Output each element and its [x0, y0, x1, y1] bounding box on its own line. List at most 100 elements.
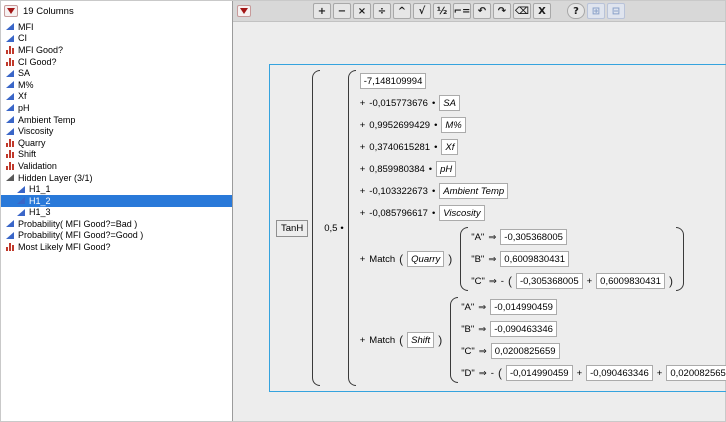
clause-value[interactable]: -0,014990459	[490, 299, 557, 315]
term-sa[interactable]: + -0,015773676 • SA	[360, 95, 460, 111]
plus-operator: +	[360, 164, 366, 175]
coefficient[interactable]: 0,3740615281	[369, 142, 430, 153]
match-clause[interactable]: "C" ⇒ 0,0200825659	[461, 343, 559, 359]
sidebar-item-sa[interactable]: SA	[1, 67, 232, 79]
root-button[interactable]: √	[413, 3, 431, 19]
clause-key: "B"	[471, 254, 484, 265]
variable-shift[interactable]: Shift	[407, 332, 434, 348]
sidebar-item-hidden-layer[interactable]: Hidden Layer (3/1)	[1, 172, 232, 184]
right-paren	[676, 227, 684, 291]
match-clause[interactable]: "A" ⇒ -0,014990459	[461, 299, 557, 315]
left-paren	[460, 227, 468, 291]
clause-value[interactable]: -0,014990459	[506, 365, 573, 381]
sidebar-item-h1-1[interactable]: H1_1	[1, 183, 232, 195]
redo-button[interactable]: ↷	[493, 3, 511, 19]
power-button[interactable]: ^	[393, 3, 411, 19]
coefficient[interactable]: -0,085796617	[369, 208, 428, 219]
clause-value[interactable]: -0,090463346	[490, 321, 557, 337]
term-m-pct[interactable]: + 0,9952699429 • M%	[360, 117, 466, 133]
formula-canvas[interactable]: TanH 0,5 • -7,148109994 + -0,015773676	[233, 22, 725, 421]
variable-m-pct[interactable]: M%	[441, 117, 465, 133]
undo-button[interactable]: ↶	[473, 3, 491, 19]
sidebar-item-mfi-good[interactable]: MFI Good?	[1, 44, 232, 56]
plus-operator: +	[577, 368, 583, 379]
sidebar-item-ambient-temp[interactable]: Ambient Temp	[1, 114, 232, 126]
sidebar-item-validation[interactable]: Validation	[1, 160, 232, 172]
comparison-button[interactable]: ⌐=	[453, 3, 471, 19]
column-label: M%	[18, 80, 34, 90]
variable-quarry[interactable]: Quarry	[407, 251, 444, 267]
sidebar-item-ci-good[interactable]: CI Good?	[1, 56, 232, 68]
clause-value[interactable]: -0,305368005	[516, 273, 583, 289]
match-term-quarry[interactable]: + Match ( Quarry ) "A" ⇒	[360, 227, 686, 291]
coefficient[interactable]: 0,9952699429	[369, 120, 430, 131]
formula-red-triangle-menu[interactable]	[237, 5, 251, 17]
match-clause[interactable]: "B" ⇒ 0,6009830431	[471, 251, 569, 267]
sidebar-item-prob-mfi-bad[interactable]: Probability( MFI Good?=Bad )	[1, 218, 232, 230]
sidebar-item-viscosity[interactable]: Viscosity	[1, 125, 232, 137]
sidebar-item-m-pct[interactable]: M%	[1, 79, 232, 91]
sidebar-item-ci[interactable]: CI	[1, 33, 232, 45]
match-function-label[interactable]: Match	[369, 335, 395, 346]
clause-value[interactable]: 0,6009830431	[596, 273, 665, 289]
left-paren: (	[399, 333, 403, 347]
coefficient[interactable]: -0,103322673	[369, 186, 428, 197]
delete-button[interactable]: ⌫	[513, 3, 531, 19]
variable-xf[interactable]: Xf	[441, 139, 458, 155]
column-label: CI Good?	[18, 57, 57, 67]
sidebar-item-most-likely-mfi-good[interactable]: Most Likely MFI Good?	[1, 241, 232, 253]
column-label: Hidden Layer (3/1)	[18, 173, 93, 183]
clear-button[interactable]: X	[533, 3, 551, 19]
match-clause[interactable]: "A" ⇒ -0,305368005	[471, 229, 567, 245]
clause-value[interactable]: -0,305368005	[500, 229, 567, 245]
sidebar-item-prob-mfi-good[interactable]: Probability( MFI Good?=Good )	[1, 230, 232, 242]
nominal-icon	[6, 150, 14, 158]
term-viscosity[interactable]: + -0,085796617 • Viscosity	[360, 205, 485, 221]
help-button[interactable]: ?	[567, 3, 585, 19]
plus-operator: +	[360, 254, 366, 265]
clause-value[interactable]: 0,6009830431	[500, 251, 569, 267]
clause-value[interactable]: -0,090463346	[586, 365, 653, 381]
divide-button[interactable]: ÷	[373, 3, 391, 19]
tanh-function-node[interactable]: TanH	[276, 220, 308, 237]
term-ph[interactable]: + 0,859980384 • pH	[360, 161, 457, 177]
formula-toolbar: + − × ÷ ^ √ ½ ⌐= ↶ ↷ ⌫ X ? ⊞ ⊟	[233, 1, 725, 22]
match-clause[interactable]: "B" ⇒ -0,090463346	[461, 321, 557, 337]
variable-ph[interactable]: pH	[436, 161, 456, 177]
clause-value[interactable]: 0,0200825659	[491, 343, 560, 359]
match-clause[interactable]: "C" ⇒ - ( -0,305368005 + 0,6009830431 )	[471, 273, 673, 289]
coefficient[interactable]: 0,859980384	[369, 164, 424, 175]
term-xf[interactable]: + 0,3740615281 • Xf	[360, 139, 459, 155]
variable-sa[interactable]: SA	[439, 95, 460, 111]
variable-ambient-temp[interactable]: Ambient Temp	[439, 183, 508, 199]
sidebar-item-mfi[interactable]: MFI	[1, 21, 232, 33]
fraction-button[interactable]: ½	[433, 3, 451, 19]
columns-red-triangle-menu[interactable]	[4, 5, 18, 17]
sidebar-item-shift[interactable]: Shift	[1, 149, 232, 161]
intercept-term[interactable]: -7,148109994	[360, 73, 427, 89]
column-label: Xf	[18, 91, 27, 101]
sidebar-item-quarry[interactable]: Quarry	[1, 137, 232, 149]
sidebar-item-h1-2[interactable]: H1_2	[1, 195, 232, 207]
match-term-shift[interactable]: + Match ( Shift ) "A" ⇒	[360, 297, 726, 383]
match-clause[interactable]: "D" ⇒ - ( -0,014990459 + -0,090463346 +	[461, 365, 726, 381]
plus-operator: +	[360, 208, 366, 219]
continuous-icon	[17, 209, 25, 216]
sidebar-item-h1-3[interactable]: H1_3	[1, 207, 232, 219]
formula-selection-box[interactable]: TanH 0,5 • -7,148109994 + -0,015773676	[269, 64, 726, 392]
sidebar-item-ph[interactable]: pH	[1, 102, 232, 114]
term-ambient-temp[interactable]: + -0,103322673 • Ambient Temp	[360, 183, 508, 199]
multiply-button[interactable]: ×	[353, 3, 371, 19]
plus-button[interactable]: +	[313, 3, 331, 19]
intercept-value[interactable]: -7,148109994	[360, 73, 427, 89]
plus-operator: +	[360, 98, 366, 109]
variable-viscosity[interactable]: Viscosity	[439, 205, 484, 221]
minus-operator: -	[491, 368, 494, 379]
coefficient[interactable]: -0,015773676	[369, 98, 428, 109]
match-function-label[interactable]: Match	[369, 254, 395, 265]
minus-button[interactable]: −	[333, 3, 351, 19]
plus-operator: +	[657, 368, 663, 379]
multiplier-node[interactable]: 0,5 •	[324, 223, 344, 234]
clause-value[interactable]: 0,0200825659	[666, 365, 726, 381]
sidebar-item-xf[interactable]: Xf	[1, 91, 232, 103]
